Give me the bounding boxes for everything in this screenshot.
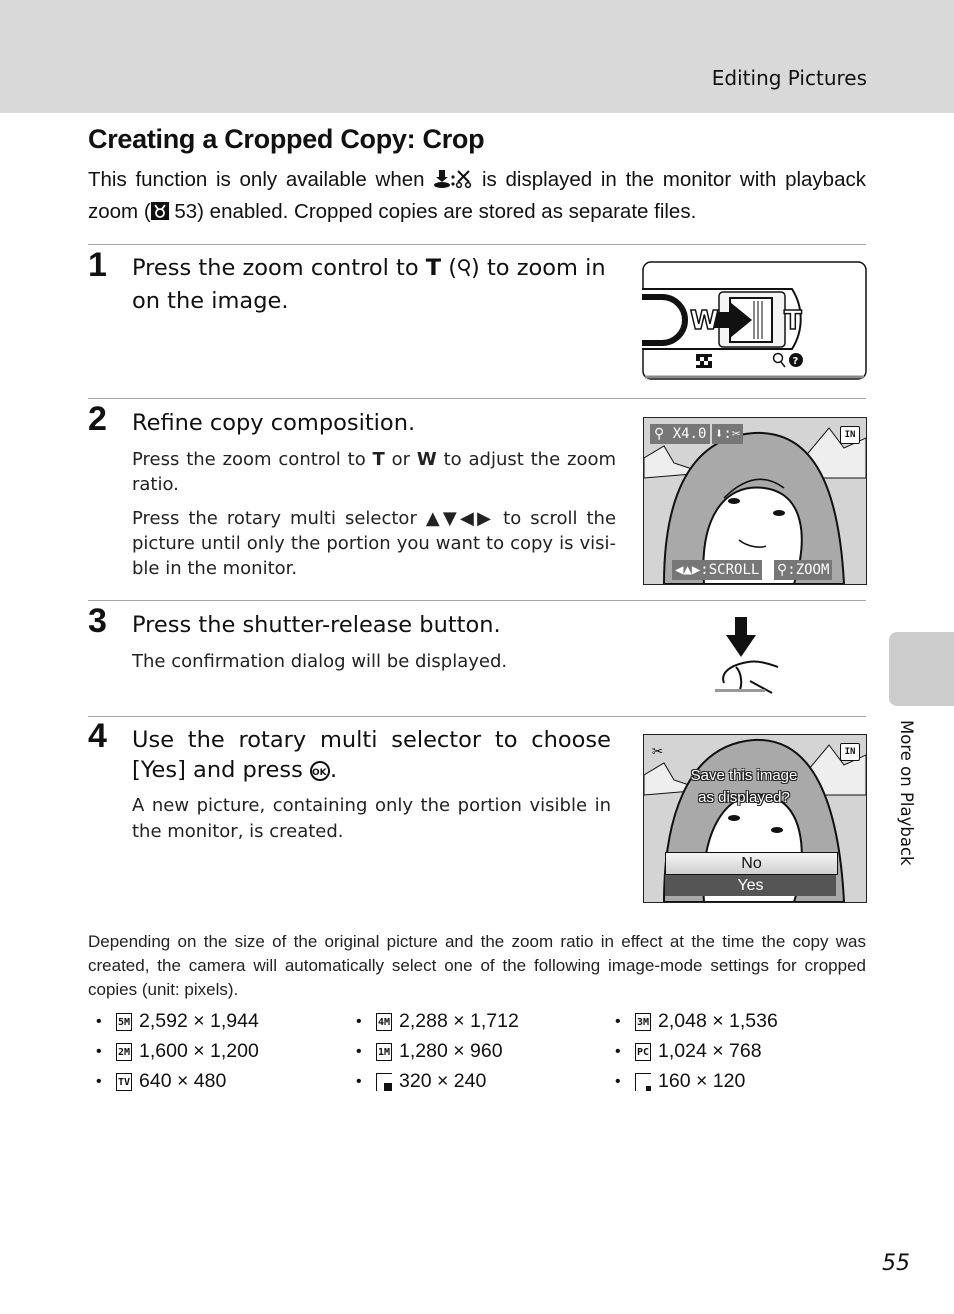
step-number: 2	[88, 400, 107, 438]
crop-icon: ✂	[652, 741, 663, 762]
ok-button-icon: OK	[310, 761, 330, 781]
zoom-label: :ZOOM	[787, 562, 830, 578]
divider	[88, 716, 866, 717]
step-heading: Press the zoom control to T () to zoom i…	[132, 253, 622, 316]
image-mode-icon: 1M	[376, 1042, 392, 1061]
crop-icon: ⬇:✂	[715, 426, 741, 442]
divider	[88, 244, 866, 245]
body-text: Press the rotary multi selector	[132, 508, 426, 529]
zoom-magnifier-icon	[457, 256, 471, 286]
image-mode-icon: PC	[635, 1042, 651, 1061]
scroll-label: :SCROLL	[700, 562, 760, 578]
image-mode-note: Depending on the size of the original pi…	[88, 932, 866, 999]
magnifier-icon: ⚲	[654, 426, 665, 442]
image-size: 1,280 × 960	[399, 1040, 503, 1062]
internal-memory-icon: IN	[840, 426, 860, 444]
scroll-arrows-icon: ◀▲▶	[675, 562, 701, 578]
image-size: 2,048 × 1,536	[658, 1010, 778, 1032]
tele-label: T	[784, 306, 802, 336]
image-size: 2,288 × 1,712	[399, 1010, 519, 1032]
svg-text:?: ?	[793, 356, 799, 367]
tele-label: T	[372, 449, 385, 470]
image-size: 1,024 × 768	[658, 1040, 762, 1062]
scroll-hint: ◀▲▶:SCROLL	[672, 560, 763, 580]
list-item: • 4M 2,288 × 1,712	[356, 1010, 519, 1032]
image-size: 1,600 × 1,200	[139, 1040, 259, 1062]
dialog-line: Save this image	[690, 767, 798, 784]
zoom-control-illustration: W T ?	[642, 261, 867, 381]
step-heading: Use the rotary multi selector to choose …	[132, 725, 611, 785]
body-text: Press the zoom control to	[132, 449, 373, 470]
dialog-line: as displayed?	[698, 789, 790, 806]
step-number: 1	[88, 246, 107, 284]
camera-monitor-confirm: ✂ IN Save this image as displayed? No Ye…	[643, 734, 867, 903]
image-mode-icon: 4M	[376, 1012, 392, 1031]
step-body: Press the zoom control to T or W to adju…	[132, 447, 616, 590]
multi-selector-arrows-icon: ▲▼◀▶	[425, 508, 495, 529]
step-heading: Refine copy composition.	[132, 410, 416, 436]
list-item: • TV 640 × 480	[96, 1070, 227, 1092]
intro-text: This function is only available when	[88, 168, 434, 191]
image-mode-icon: 3M	[635, 1012, 651, 1031]
tele-label: T	[425, 255, 442, 281]
shutter-press-illustration	[710, 615, 785, 697]
image-mode-icon: 2M	[116, 1042, 132, 1061]
list-item: • 3M 2,048 × 1,536	[615, 1010, 778, 1032]
crop-mode-icon	[433, 168, 473, 197]
chapter-tab	[889, 632, 954, 706]
intro-text: 53) enabled. Cropped copies are stored a…	[168, 200, 697, 223]
image-size: 2,592 × 1,944	[139, 1010, 259, 1032]
step-number: 4	[88, 717, 107, 755]
image-mode-icon-320	[376, 1072, 392, 1091]
internal-memory-icon: IN	[840, 743, 860, 761]
divider	[88, 600, 866, 601]
dialog-option-yes[interactable]: Yes	[665, 875, 836, 896]
divider	[88, 398, 866, 399]
zoom-ratio-indicator: ⚲ X4.0	[650, 424, 711, 444]
wide-label: W	[416, 449, 437, 470]
wide-label: W	[690, 306, 719, 336]
step-heading-text: (	[441, 255, 458, 281]
list-item: • 2M 1,600 × 1,200	[96, 1040, 259, 1062]
chapter-tab-label: More on Playback	[897, 720, 916, 866]
list-item: • PC 1,024 × 768	[615, 1040, 762, 1062]
step-body: A new picture, containing only the porti…	[132, 793, 611, 854]
page-title: Creating a Cropped Copy: Crop	[88, 124, 485, 154]
step-heading: Press the shutter-release button.	[132, 612, 501, 638]
intro-paragraph: This function is only available when is …	[88, 165, 866, 229]
image-mode-icon-160	[635, 1072, 651, 1091]
camera-monitor-zoom: ⚲ X4.0 ⬇:✂ IN ◀▲▶:SCROLL ⚲:ZOOM	[643, 417, 867, 585]
body-text: A new picture, containing only the porti…	[132, 795, 611, 842]
list-item: • 160 × 120	[615, 1070, 746, 1092]
magnifier-icon: ⚲	[777, 562, 788, 578]
body-text: or	[384, 449, 417, 470]
image-size: 160 × 120	[658, 1070, 746, 1092]
image-size: 640 × 480	[139, 1070, 227, 1092]
page-number: 55	[882, 1251, 910, 1276]
zoom-ratio: X4.0	[672, 426, 707, 442]
page-reference-icon	[150, 200, 169, 229]
list-item: • 1M 1,280 × 960	[356, 1040, 503, 1062]
list-item: • 5M 2,592 × 1,944	[96, 1010, 259, 1032]
step-heading-text: .	[330, 757, 338, 783]
step-heading-text: Use the rotary multi selector to choose …	[132, 727, 611, 783]
step-body: The confirmation dialog will be displaye…	[132, 651, 508, 672]
image-mode-icon: TV	[116, 1072, 132, 1091]
dialog-option-no[interactable]: No	[665, 852, 838, 875]
image-size: 320 × 240	[399, 1070, 487, 1092]
confirm-dialog-message: Save this image as displayed?	[669, 765, 819, 809]
header-band	[0, 0, 954, 113]
image-mode-icon: 5M	[116, 1012, 132, 1031]
section-title: Editing Pictures	[711, 66, 867, 90]
crop-mode-indicator: ⬇:✂	[712, 424, 744, 444]
step-number: 3	[88, 602, 107, 640]
list-item: • 320 × 240	[356, 1070, 487, 1092]
thumbnail-icon	[696, 354, 712, 368]
zoom-hint: ⚲:ZOOM	[774, 560, 833, 580]
step-heading-text: Press the zoom control to	[132, 255, 426, 281]
